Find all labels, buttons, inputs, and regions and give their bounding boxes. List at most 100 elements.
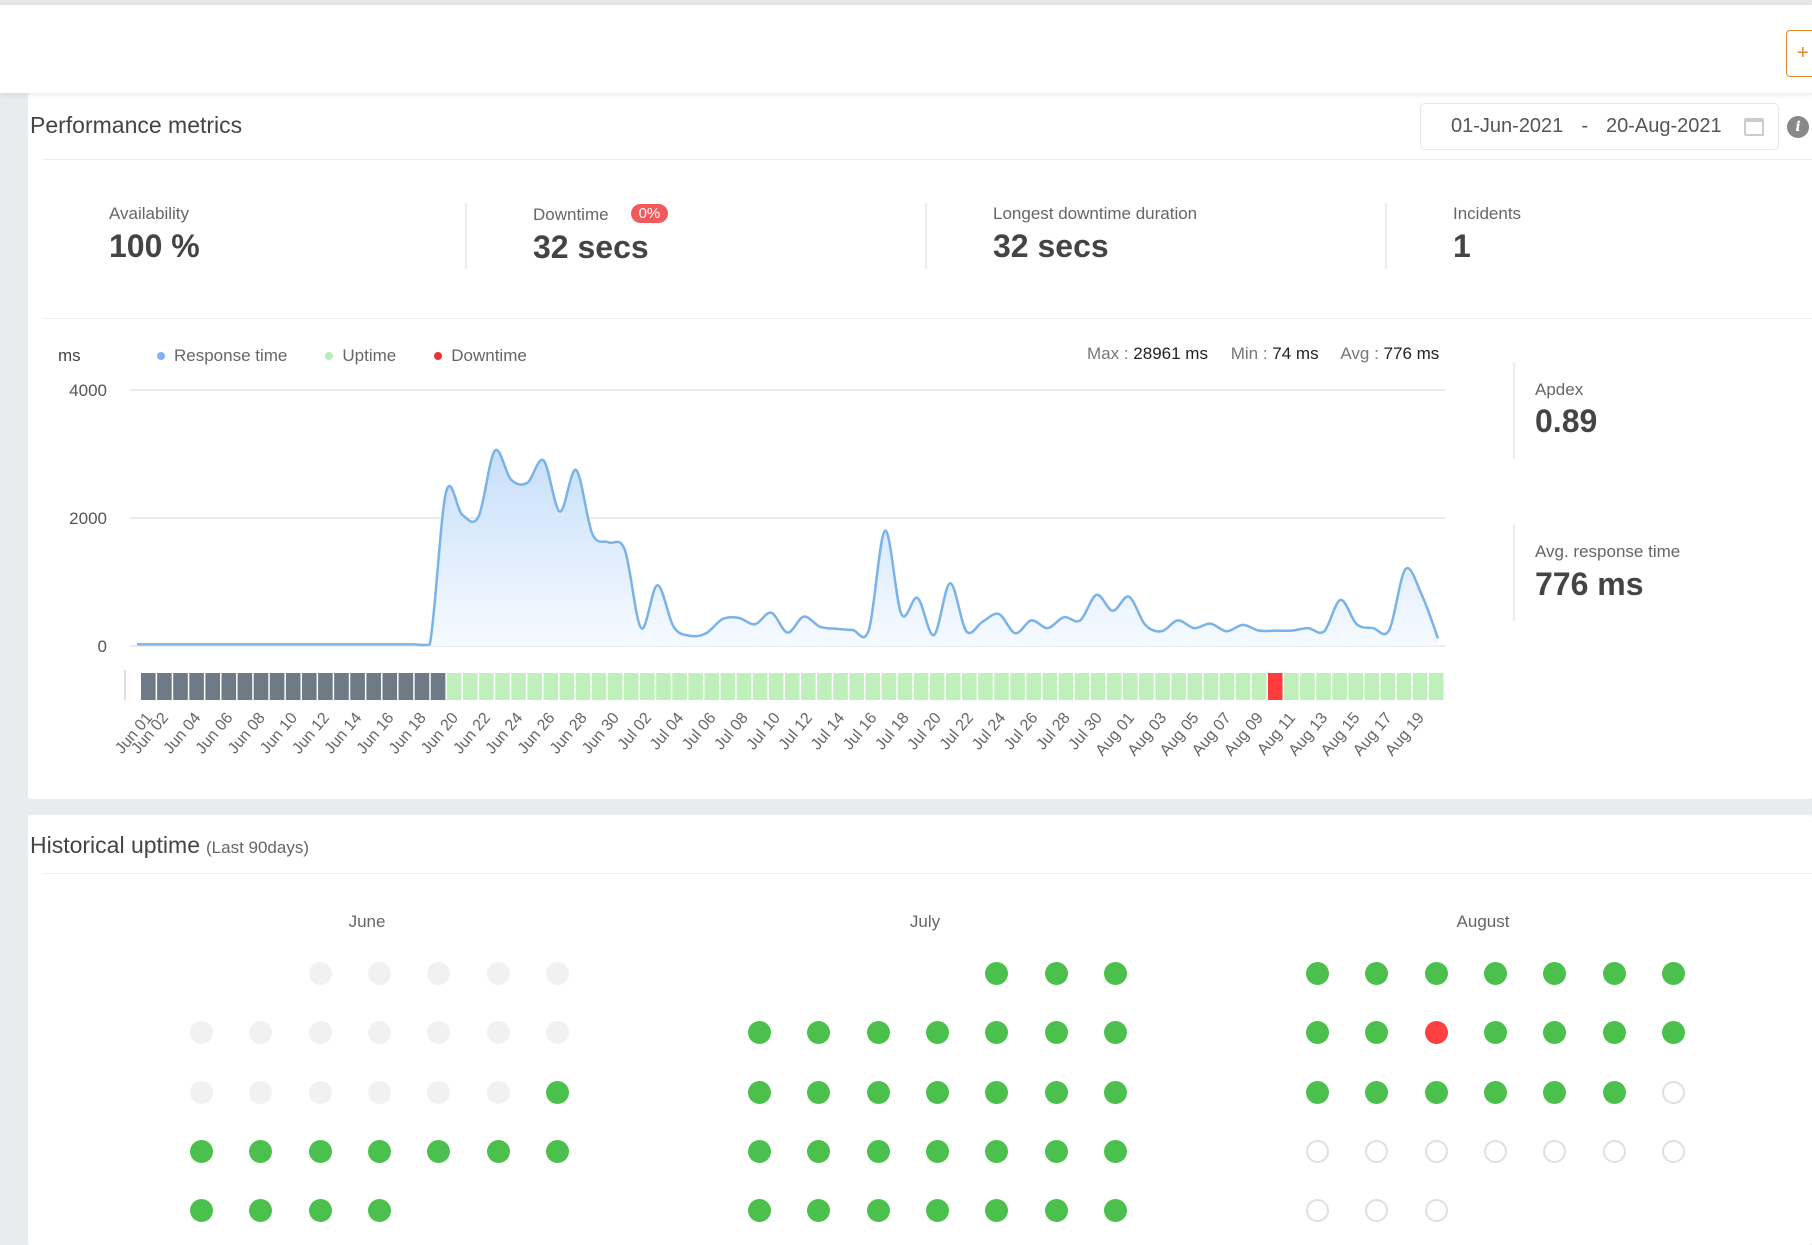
status-block-down[interactable] <box>1267 673 1283 700</box>
status-block-up[interactable] <box>865 673 881 700</box>
day-dot-up[interactable] <box>1661 1021 1685 1045</box>
day-dot-up[interactable] <box>427 1139 451 1163</box>
status-block-up[interactable] <box>1284 673 1299 700</box>
day-dot-up[interactable] <box>1044 1139 1068 1163</box>
day-dot-up[interactable] <box>1602 962 1626 985</box>
day-dot-up[interactable] <box>1483 1080 1507 1104</box>
day-dot-up[interactable] <box>308 1139 332 1163</box>
status-block-up[interactable] <box>446 673 462 700</box>
day-dot-nodata[interactable] <box>367 962 391 985</box>
status-block-nodata[interactable] <box>285 673 301 700</box>
status-block-up[interactable] <box>784 673 800 700</box>
status-block-up[interactable] <box>511 673 526 700</box>
day-dot-up[interactable] <box>1103 1139 1127 1163</box>
day-dot-up[interactable] <box>925 1139 949 1163</box>
day-dot-down[interactable] <box>1424 1021 1448 1045</box>
day-dot-future[interactable] <box>1483 1139 1507 1163</box>
status-block-up[interactable] <box>817 673 832 700</box>
day-dot-up[interactable] <box>1602 1021 1626 1045</box>
status-block-up[interactable] <box>833 673 848 700</box>
day-dot-up[interactable] <box>1483 962 1507 985</box>
day-dot-up[interactable] <box>985 1080 1009 1104</box>
day-dot-up[interactable] <box>1103 1080 1127 1104</box>
status-block-up[interactable] <box>1203 673 1219 700</box>
day-dot-nodata[interactable] <box>545 1021 569 1045</box>
day-dot-future[interactable] <box>1543 1139 1567 1163</box>
status-block-up[interactable] <box>801 673 816 700</box>
day-dot-up[interactable] <box>367 1139 391 1163</box>
status-block-up[interactable] <box>929 673 945 700</box>
day-dot-nodata[interactable] <box>427 1080 451 1104</box>
status-block-nodata[interactable] <box>269 673 285 700</box>
day-dot-up[interactable] <box>1424 962 1448 985</box>
status-block-up[interactable] <box>720 673 736 700</box>
status-block-up[interactable] <box>656 673 671 700</box>
status-block-nodata[interactable] <box>237 673 253 700</box>
status-block-up[interactable] <box>994 673 1009 700</box>
status-block-up[interactable] <box>479 673 494 700</box>
day-dot-up[interactable] <box>367 1199 391 1223</box>
status-block-up[interactable] <box>1123 673 1138 700</box>
day-dot-up[interactable] <box>1543 1080 1567 1104</box>
status-block-up[interactable] <box>1042 673 1058 700</box>
status-block-up[interactable] <box>1155 673 1170 700</box>
day-dot-up[interactable] <box>1103 1199 1127 1223</box>
status-block-nodata[interactable] <box>350 673 365 700</box>
add-button[interactable]: + <box>1786 30 1812 77</box>
day-dot-nodata[interactable] <box>249 1080 273 1104</box>
status-block-up[interactable] <box>623 673 639 700</box>
status-block-up[interactable] <box>1219 673 1235 700</box>
status-block-up[interactable] <box>962 673 977 700</box>
status-block-up[interactable] <box>575 673 591 700</box>
status-block-up[interactable] <box>881 673 897 700</box>
status-block-up[interactable] <box>1428 673 1444 700</box>
status-block-nodata[interactable] <box>382 673 398 700</box>
status-block-nodata[interactable] <box>253 673 269 700</box>
status-block-up[interactable] <box>607 673 623 700</box>
day-dot-up[interactable] <box>545 1080 569 1104</box>
status-block-up[interactable] <box>1187 673 1203 700</box>
status-block-up[interactable] <box>736 673 752 700</box>
day-dot-up[interactable] <box>1103 962 1127 985</box>
status-block-up[interactable] <box>897 673 913 700</box>
status-block-up[interactable] <box>1380 673 1396 700</box>
day-dot-up[interactable] <box>748 1080 771 1104</box>
day-dot-up[interactable] <box>486 1139 510 1163</box>
day-dot-nodata[interactable] <box>190 1080 213 1104</box>
status-block-nodata[interactable] <box>414 673 430 700</box>
status-block-up[interactable] <box>495 673 510 700</box>
status-block-up[interactable] <box>1074 673 1090 700</box>
status-block-up[interactable] <box>704 673 720 700</box>
status-block-up[interactable] <box>768 673 784 700</box>
day-dot-up[interactable] <box>1306 1080 1329 1104</box>
day-dot-up[interactable] <box>866 1199 890 1223</box>
status-block-up[interactable] <box>945 673 961 700</box>
status-block-nodata[interactable] <box>221 673 237 700</box>
day-dot-up[interactable] <box>1044 1080 1068 1104</box>
status-block-up[interactable] <box>913 673 929 700</box>
day-dot-up[interactable] <box>866 1139 890 1163</box>
day-dot-up[interactable] <box>807 1080 831 1104</box>
day-dot-future[interactable] <box>1661 1139 1685 1163</box>
day-dot-up[interactable] <box>190 1139 213 1163</box>
status-block-up[interactable] <box>1090 673 1106 700</box>
status-block-nodata[interactable] <box>173 673 188 700</box>
status-block-up[interactable] <box>1332 673 1347 700</box>
day-dot-up[interactable] <box>1424 1080 1448 1104</box>
day-dot-up[interactable] <box>1306 962 1329 985</box>
status-block-nodata[interactable] <box>430 673 446 700</box>
status-block-up[interactable] <box>688 673 703 700</box>
status-block-nodata[interactable] <box>366 673 381 700</box>
status-block-up[interactable] <box>1348 673 1364 700</box>
status-block-up[interactable] <box>1235 673 1251 700</box>
status-block-up[interactable] <box>978 673 993 700</box>
day-dot-up[interactable] <box>866 1021 890 1045</box>
status-block-up[interactable] <box>1396 673 1412 700</box>
status-block-up[interactable] <box>1139 673 1154 700</box>
status-block-up[interactable] <box>1171 673 1186 700</box>
day-dot-nodata[interactable] <box>545 962 569 985</box>
day-dot-nodata[interactable] <box>308 1080 332 1104</box>
day-dot-nodata[interactable] <box>486 1021 510 1045</box>
day-dot-up[interactable] <box>925 1080 949 1104</box>
status-block-up[interactable] <box>1058 673 1074 700</box>
